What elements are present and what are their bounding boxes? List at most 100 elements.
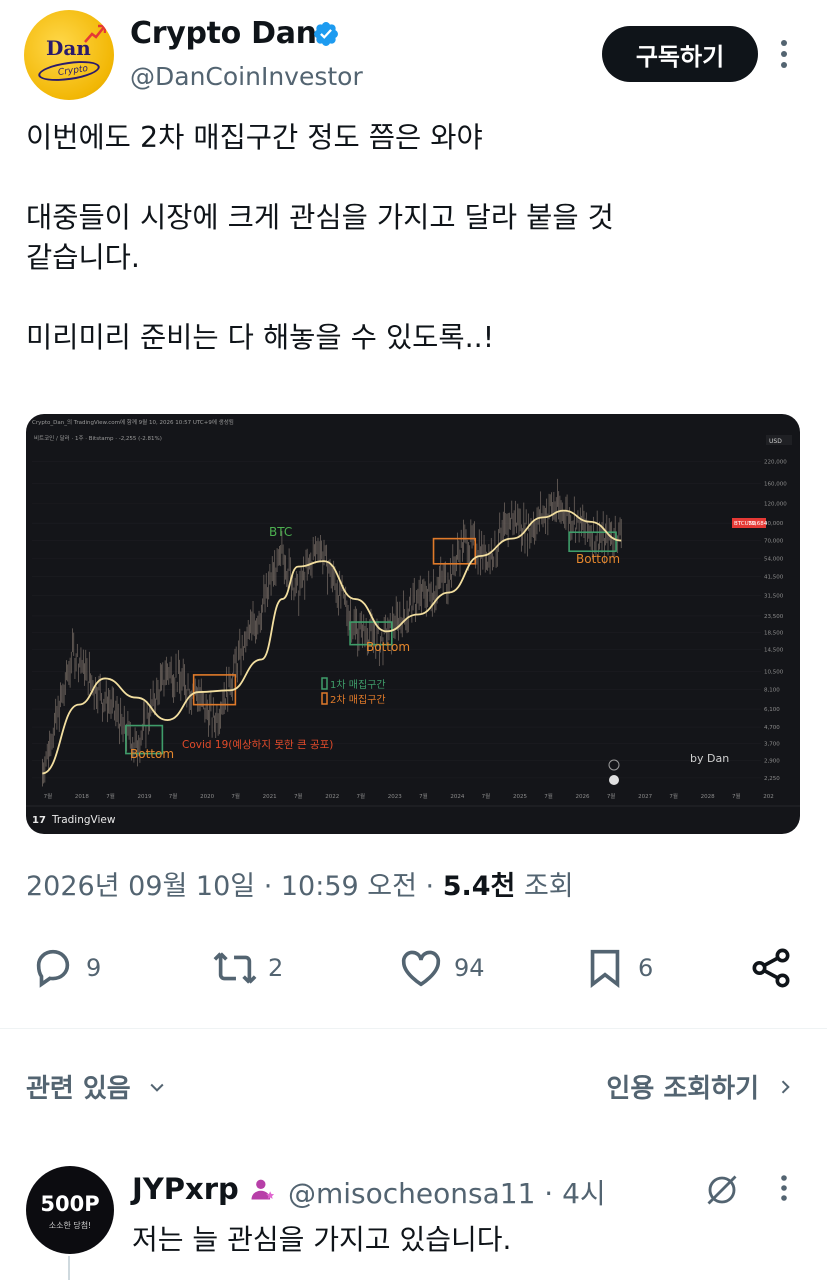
compass-icon <box>608 759 620 771</box>
y-tick-label: 2,250 <box>764 776 780 782</box>
bookmark-icon <box>590 949 620 988</box>
y-tick-label: 31,500 <box>764 594 784 600</box>
chart-header-line: Crypto_Dan_의 TradingView.com에 함께 9월 10, … <box>32 418 234 426</box>
y-tick-label: 18,500 <box>764 630 784 636</box>
x-tick-label: 7월 <box>44 792 53 800</box>
covid-annotation: Covid 19(예상하지 못한 큰 공포) <box>182 738 333 751</box>
x-tick-label: 2026 <box>576 794 590 800</box>
meta-separator: · <box>255 871 281 902</box>
tradingview-logo-icon: 17 <box>32 815 46 826</box>
x-tick-label: 2019 <box>138 794 152 800</box>
reply-icon <box>36 949 70 988</box>
x-tick-label: 7월 <box>169 792 178 800</box>
x-tick-label: 2028 <box>701 794 715 800</box>
x-tick-label: 2027 <box>638 794 652 800</box>
price-tag-value: 79,684 <box>748 521 768 527</box>
reply-avatar[interactable]: 500P 소소한 당첨! <box>26 1166 114 1254</box>
tradingview-brand: TradingView <box>51 814 116 826</box>
y-tick-label: 23,500 <box>764 614 784 620</box>
x-tick-label: 2023 <box>388 794 402 800</box>
chevron-down-icon <box>150 1083 164 1092</box>
x-tick-label: 2018 <box>75 794 89 800</box>
bottom-label-2: Bottom <box>366 640 410 654</box>
x-tick-label: 7월 <box>669 792 678 800</box>
share-icon <box>752 948 790 988</box>
author-display-name[interactable]: Crypto Dan <box>130 16 317 51</box>
more-options-icon[interactable] <box>772 36 796 72</box>
chart-image[interactable]: Crypto_Dan_의 TradingView.com에 함께 9월 10, … <box>26 414 800 834</box>
x-tick-label: 2025 <box>513 794 527 800</box>
like-button[interactable]: 94 <box>398 944 485 992</box>
user-badge-icon <box>251 1179 275 1200</box>
x-tick-label: 7월 <box>544 792 553 800</box>
view-quotes-label: 인용 조회하기 <box>606 1074 759 1104</box>
related-label: 관련 있음 <box>26 1074 131 1104</box>
x-tick-label: 202 <box>763 794 774 800</box>
tweet-time: 10:59 오전 <box>280 871 417 902</box>
repost-icon <box>213 952 257 984</box>
repost-button[interactable]: 2 <box>212 944 283 992</box>
y-tick-label: 220,000 <box>764 460 787 466</box>
chart-symbol-line: 비트코인 / 달러 · 1주 · Bitstamp · -2,255 (-2.8… <box>34 434 162 442</box>
view-quotes-link[interactable]: 인용 조회하기 <box>606 1068 795 1105</box>
thread-line <box>68 1256 70 1280</box>
reply-avatar-text: 500P <box>40 1192 100 1216</box>
y-tick-label: 160,000 <box>764 482 787 488</box>
x-tick-label: 7월 <box>294 792 303 800</box>
x-tick-label: 7월 <box>482 792 491 800</box>
x-tick-label: 7월 <box>106 792 115 800</box>
related-toggle[interactable]: 관련 있음 <box>26 1068 167 1105</box>
verified-badge-icon <box>314 22 338 46</box>
reply-avatar-subtext: 소소한 당첨! <box>48 1221 92 1230</box>
x-tick-label: 7월 <box>419 792 428 800</box>
by-dan-label: by Dan <box>690 752 729 765</box>
bottom-label-1: Bottom <box>130 747 174 761</box>
tweet-text: 이번에도 2차 매집구간 정도 쯤은 와야 대중들이 시장에 크게 관심을 가지… <box>26 121 614 354</box>
views-label: 조회 <box>515 871 574 902</box>
y-tick-label: 14,500 <box>764 647 784 653</box>
x-tick-label: 7월 <box>607 792 616 800</box>
author-avatar[interactable]: Dan Crypto <box>24 10 114 100</box>
y-tick-label: 41,500 <box>764 575 784 581</box>
y-tick-label: 2,900 <box>764 758 780 764</box>
reply-display-name[interactable]: JYPxrp <box>132 1172 239 1206</box>
x-tick-label: 2020 <box>200 794 214 800</box>
x-tick-label: 2024 <box>450 794 464 800</box>
x-tick-label: 7월 <box>357 792 366 800</box>
y-tick-label: 4,700 <box>764 725 780 731</box>
mute-icon[interactable] <box>704 1172 740 1208</box>
reply-text: 저는 늘 관심을 가지고 있습니다. <box>132 1223 512 1256</box>
chart-currency: USD <box>769 438 782 445</box>
y-tick-label: 8,100 <box>764 687 780 693</box>
y-tick-label: 10,500 <box>764 670 784 676</box>
reply-handle[interactable]: @misocheonsa11 · 4시 <box>288 1172 606 1212</box>
avatar-logo-text: Dan <box>46 36 91 60</box>
legend-zone1-label: 1차 매집구간 <box>330 679 386 691</box>
zone2-box-2024 <box>432 537 477 565</box>
x-tick-label: 7월 <box>231 792 240 800</box>
y-tick-label: 3,700 <box>764 742 780 748</box>
price-chart: Crypto_Dan_의 TradingView.com에 함께 9월 10, … <box>26 418 800 826</box>
views-count: 5.4천 <box>442 871 516 902</box>
y-tick-label: 70,000 <box>764 539 784 545</box>
author-handle[interactable]: @DanCoinInvestor <box>130 62 363 91</box>
meta-separator: · <box>416 871 443 902</box>
chevron-right-icon <box>781 1079 790 1094</box>
repost-count: 2 <box>268 954 284 982</box>
bookmark-button[interactable]: 6 <box>582 944 653 992</box>
share-button[interactable] <box>748 944 794 992</box>
legend-zone2-swatch <box>321 692 328 705</box>
x-tick-label: 7월 <box>732 792 741 800</box>
subscribe-button[interactable]: 구독하기 <box>602 26 758 82</box>
reply-button[interactable]: 9 <box>30 944 101 992</box>
bookmark-count: 6 <box>638 954 654 982</box>
legend-zone1-swatch <box>321 677 328 690</box>
y-tick-label: 54,000 <box>764 556 784 562</box>
bottom-label-3: Bottom <box>576 552 620 566</box>
event-icon <box>609 775 619 785</box>
y-tick-label: 6,100 <box>764 707 780 713</box>
x-tick-label: 2021 <box>263 794 277 800</box>
like-count: 94 <box>454 954 485 982</box>
y-tick-label: 120,000 <box>764 501 787 507</box>
reply-more-options-icon[interactable] <box>772 1172 796 1204</box>
